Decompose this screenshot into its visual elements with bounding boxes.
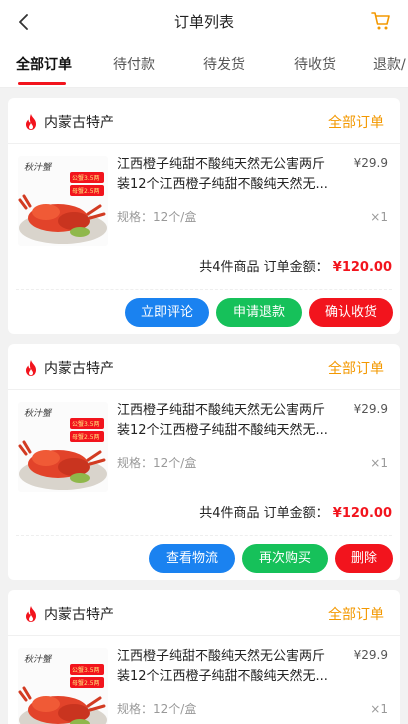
item-count: 共4件商品 <box>199 260 260 275</box>
product-brand: 秋汁蟹 <box>24 162 53 173</box>
order-card-header: 内蒙古特产 全部订单 <box>8 590 400 636</box>
order-actions: 立即评论 申请退款 确认收货 <box>125 298 393 327</box>
active-tab-indicator <box>18 82 66 85</box>
product-brand: 秋汁蟹 <box>24 408 53 419</box>
order-status: 全部订单 <box>328 115 384 131</box>
order-amount: ¥120.00 <box>332 260 392 275</box>
tab-refund[interactable]: 退款/ <box>373 43 406 87</box>
order-summary: 共4件商品 订单金额： ¥120.00 <box>199 256 392 275</box>
order-summary: 共4件商品 订单金额： ¥120.00 <box>199 502 392 521</box>
divider <box>16 289 392 290</box>
fire-icon <box>26 360 36 376</box>
product-brand: 秋汁蟹 <box>24 654 53 665</box>
buy-again-button[interactable]: 再次购买 <box>242 544 328 573</box>
cart-button[interactable] <box>370 10 394 34</box>
confirm-receipt-button[interactable]: 确认收货 <box>309 298 393 327</box>
product-badge: 公蟹3.5两 <box>72 420 100 428</box>
product-quantity: ×1 <box>370 210 388 224</box>
order-card-header: 内蒙古特产 全部订单 <box>8 344 400 390</box>
track-shipment-button[interactable]: 查看物流 <box>149 544 235 573</box>
order-status: 全部订单 <box>328 361 384 377</box>
tab-pending-payment[interactable]: 待付款 <box>113 43 155 87</box>
back-button[interactable] <box>12 10 36 34</box>
page-title: 订单列表 <box>173 13 234 31</box>
product-spec: 规格：12个/盒 <box>117 210 197 224</box>
product-price: ¥29.9 <box>353 402 388 416</box>
order-tabs: 全部订单 待付款 待发货 待收货 退款/ <box>0 43 408 88</box>
crab-photo: 秋汁蟹 公蟹3.5两 母蟹2.5两 <box>18 402 108 492</box>
amount-label: 订单金额： <box>263 506 329 521</box>
shopping-cart-icon <box>371 12 390 30</box>
product-title[interactable]: 江西橙子纯甜不酸纯天然无公害两斤装12个江西橙子纯甜不酸纯天然无... <box>117 155 332 195</box>
chevron-left-icon <box>19 14 28 30</box>
crab-photo: 秋汁蟹 公蟹3.5两 母蟹2.5两 <box>18 156 108 246</box>
product-title[interactable]: 江西橙子纯甜不酸纯天然无公害两斤装12个江西橙子纯甜不酸纯天然无... <box>117 647 332 687</box>
order-actions: 查看物流 再次购买 删除 <box>149 544 393 573</box>
tab-pending-receipt[interactable]: 待收货 <box>294 43 336 87</box>
product-image[interactable]: 秋汁蟹 公蟹3.5两 母蟹2.5两 <box>18 156 108 246</box>
product-badge: 公蟹3.5两 <box>72 666 100 674</box>
delete-button[interactable]: 删除 <box>335 544 393 573</box>
product-quantity: ×1 <box>370 456 388 470</box>
crab-photo: 秋汁蟹 公蟹3.5两 母蟹2.5两 <box>18 648 108 724</box>
product-price: ¥29.9 <box>353 156 388 170</box>
product-image[interactable]: 秋汁蟹 公蟹3.5两 母蟹2.5两 <box>18 402 108 492</box>
order-card[interactable]: 内蒙古特产 全部订单 秋汁蟹 公蟹3.5两 母蟹2.5两 江西橙子纯甜不酸纯天然… <box>8 344 400 580</box>
store-name[interactable]: 内蒙古特产 <box>44 604 114 624</box>
amount-label: 订单金额： <box>263 260 329 275</box>
product-badge: 母蟹2.5两 <box>72 679 100 687</box>
fire-icon <box>26 606 36 622</box>
order-card[interactable]: 内蒙古特产 全部订单 秋汁蟹 公蟹3.5两 母蟹2.5两 江西橙子纯甜不酸纯天然… <box>8 98 400 334</box>
order-card[interactable]: 内蒙古特产 全部订单 秋汁蟹 公蟹3.5两 母蟹2.5两 江西橙子纯甜不酸纯天然… <box>8 590 400 724</box>
store-name[interactable]: 内蒙古特产 <box>44 358 114 378</box>
product-badge: 公蟹3.5两 <box>72 174 100 182</box>
product-price: ¥29.9 <box>353 648 388 662</box>
fire-icon <box>26 114 36 130</box>
refund-button[interactable]: 申请退款 <box>216 298 302 327</box>
product-quantity: ×1 <box>370 702 388 716</box>
tab-pending-shipment[interactable]: 待发货 <box>203 43 245 87</box>
product-image[interactable]: 秋汁蟹 公蟹3.5两 母蟹2.5两 <box>18 648 108 724</box>
divider <box>16 535 392 536</box>
product-badge: 母蟹2.5两 <box>72 187 100 195</box>
product-title[interactable]: 江西橙子纯甜不酸纯天然无公害两斤装12个江西橙子纯甜不酸纯天然无... <box>117 401 332 441</box>
product-badge: 母蟹2.5两 <box>72 433 100 441</box>
store-name[interactable]: 内蒙古特产 <box>44 112 114 132</box>
order-amount: ¥120.00 <box>332 506 392 521</box>
top-nav-bar: 订单列表 <box>0 0 408 43</box>
item-count: 共4件商品 <box>199 506 260 521</box>
order-card-header: 内蒙古特产 全部订单 <box>8 98 400 144</box>
review-button[interactable]: 立即评论 <box>125 298 209 327</box>
order-status: 全部订单 <box>328 607 384 623</box>
product-spec: 规格：12个/盒 <box>117 456 197 470</box>
product-spec: 规格：12个/盒 <box>117 702 197 716</box>
